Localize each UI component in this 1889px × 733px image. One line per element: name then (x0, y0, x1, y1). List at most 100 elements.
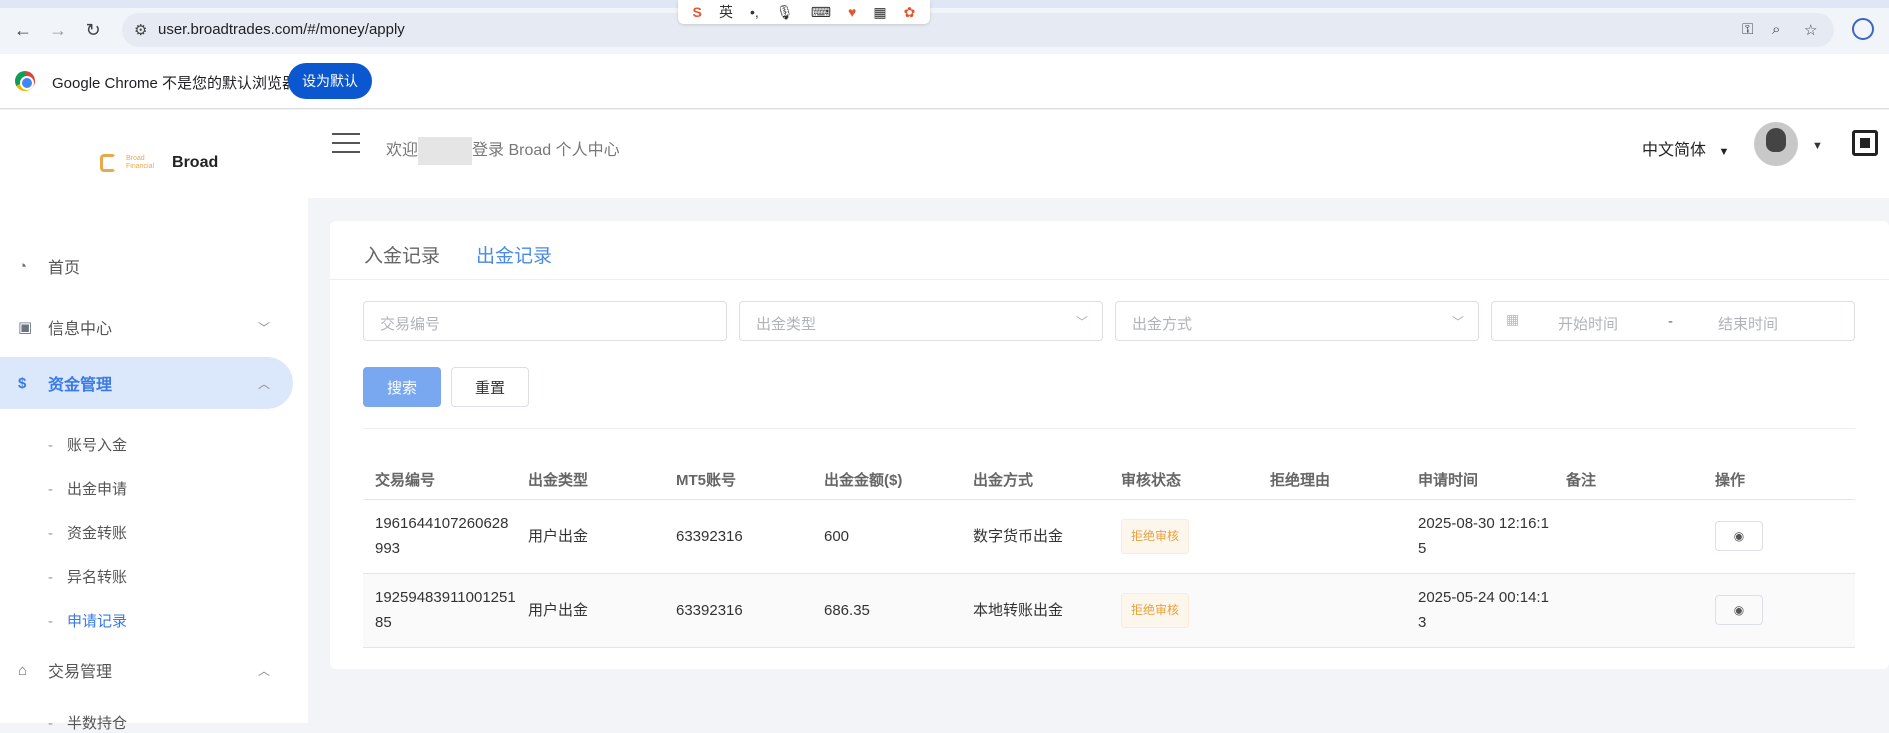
avatar[interactable] (1754, 122, 1798, 166)
ime-extra-icon[interactable]: ✿ (904, 4, 916, 21)
url-text[interactable]: user.broadtrades.com/#/money/apply (158, 21, 405, 38)
zoom-icon[interactable]: ⌕ (1772, 21, 1780, 38)
chevron-down-icon: ﹀ (1075, 315, 1088, 329)
reset-button[interactable]: 重置 (451, 367, 529, 407)
cell-note (1554, 499, 1703, 574)
sidebar-item-label: 信息中心 (48, 321, 113, 338)
microphone-icon[interactable]: 🎙 (776, 4, 794, 21)
tx-no-input[interactable]: 交易编号 (363, 301, 727, 341)
cell-mt5: 63392316 (664, 499, 812, 574)
chevron-up-icon: ︿ (258, 663, 271, 678)
sidebar-sub-withdraw-apply[interactable]: - 出金申请 (48, 478, 127, 499)
cell-amount: 600 (812, 499, 961, 574)
records-card: 入金记录 出金记录 交易编号 出金类型 ﹀ 出金方式 ﹀ ▦ 开始时间 - 结束… (330, 221, 1889, 669)
sidebar-item-label: 资金管理 (48, 377, 113, 394)
withdraw-method-select[interactable]: 出金方式 ﹀ (1115, 301, 1479, 341)
ime-toolbar: S 英 •, 🎙 ⌨ ♥ ▦ ✿ (678, 0, 930, 24)
withdraw-type-select[interactable]: 出金类型 ﹀ (739, 301, 1103, 341)
cell-mt5: 63392316 (664, 573, 812, 648)
logo[interactable]: Broad Financial Broad (100, 154, 218, 172)
col-header: MT5账号 (664, 461, 812, 500)
profile-icon[interactable] (1852, 18, 1874, 40)
ime-punct-icon[interactable]: •, (750, 4, 759, 20)
cell-note (1554, 573, 1703, 648)
col-header: 出金方式 (961, 461, 1109, 500)
col-header: 出金类型 (516, 461, 664, 500)
ime-lang[interactable]: 英 (719, 2, 733, 22)
dollar-icon: $ (18, 374, 27, 392)
site-info-icon[interactable]: ⚙ (134, 21, 147, 39)
table-row: 1961644107260628993 用户出金 63392316 600 数字… (363, 499, 1855, 574)
status-badge: 拒绝审核 (1121, 518, 1190, 554)
dashboard-icon: ◔ (18, 257, 28, 275)
sidebar-sub-apply-records[interactable]: - 申请记录 (48, 610, 127, 631)
back-icon[interactable]: ← (10, 17, 36, 43)
chevron-down-icon: ﹀ (258, 320, 271, 335)
caret-down-icon: ▼ (1718, 146, 1730, 158)
withdraw-records-table: 交易编号 出金类型 MT5账号 出金金额($) 出金方式 审核状态 拒绝理由 申… (363, 461, 1855, 648)
table-header-row: 交易编号 出金类型 MT5账号 出金金额($) 出金方式 审核状态 拒绝理由 申… (363, 461, 1855, 500)
cell-method: 数字货币出金 (961, 499, 1109, 574)
sidebar-item-label: 首页 (48, 260, 81, 277)
range-separator: - (1668, 313, 1673, 330)
default-browser-infobar: Google Chrome 不是您的默认浏览器 设为默认 (0, 54, 1889, 109)
apps-grid-icon[interactable]: ▦ (873, 4, 886, 21)
welcome-text: 欢迎 登录 Broad 个人中心 (386, 136, 620, 165)
chevron-down-icon: ﹀ (1451, 315, 1464, 329)
cell-time: 2025-05-24 00:14:13 (1406, 573, 1554, 648)
tab-withdraw-records[interactable]: 出金记录 (476, 241, 552, 268)
calendar-icon: ▦ (1506, 311, 1520, 327)
contact-icon: ▣ (18, 319, 33, 336)
sidebar-item-label: 交易管理 (48, 664, 113, 681)
table-row: 1925948391100125185 用户出金 63392316 686.35… (363, 573, 1855, 648)
logo-text: Broad (172, 154, 219, 171)
reload-icon[interactable]: ↻ (80, 17, 106, 43)
col-header: 审核状态 (1109, 461, 1258, 500)
cell-method: 本地转账出金 (961, 573, 1109, 648)
password-key-icon[interactable]: ⚿ (1742, 21, 1753, 38)
browser-toolbar: ← → ↻ ⚙ user.broadtrades.com/#/money/app… (0, 0, 1889, 54)
keyboard-icon[interactable]: ⌨ (811, 4, 831, 21)
view-detail-button[interactable]: ◉ (1715, 521, 1763, 551)
skin-icon[interactable]: ♥ (848, 4, 856, 20)
tab-strip (0, 0, 1889, 8)
infobar-message: Google Chrome 不是您的默认浏览器 (52, 75, 298, 92)
fullscreen-icon[interactable] (1852, 130, 1878, 156)
eye-icon: ◉ (1733, 528, 1745, 543)
sidebar: Broad Financial Broad ◔ 首页 ▣ 信息中心 ﹀ $ 资金… (0, 110, 308, 732)
top-header: 欢迎 登录 Broad 个人中心 中文简体 ▼ ▼ (308, 110, 1889, 198)
caret-down-icon[interactable]: ▼ (1812, 140, 1823, 152)
search-button[interactable]: 搜索 (363, 367, 441, 407)
sidebar-item-trade-management[interactable]: ⌂ 交易管理 ︿ (0, 644, 293, 696)
cell-reason (1258, 499, 1406, 574)
bank-icon: ⌂ (18, 661, 28, 679)
cell-status: 拒绝审核 (1109, 573, 1258, 648)
menu-toggle-icon[interactable] (332, 133, 360, 153)
col-header: 备注 (1554, 461, 1703, 500)
sidebar-item-fund-management[interactable]: $ 资金管理 ︿ (0, 357, 293, 409)
set-default-button[interactable]: 设为默认 (288, 63, 372, 99)
date-range-picker[interactable]: ▦ 开始时间 - 结束时间 (1491, 301, 1855, 341)
tab-deposit-records[interactable]: 入金记录 (364, 241, 440, 268)
bookmark-star-icon[interactable]: ☆ (1804, 21, 1817, 39)
ime-logo-icon[interactable]: S (693, 4, 702, 20)
redacted-username (418, 136, 473, 165)
cell-type: 用户出金 (516, 573, 664, 648)
sidebar-item-home[interactable]: ◔ 首页 (0, 240, 293, 292)
end-time-input[interactable]: 结束时间 (1718, 313, 1778, 334)
sidebar-sub-third-party-transfer[interactable]: - 异名转账 (48, 566, 127, 587)
view-detail-button[interactable]: ◉ (1715, 595, 1763, 625)
start-time-input[interactable]: 开始时间 (1558, 313, 1618, 334)
sidebar-sub-deposit[interactable]: - 账号入金 (48, 434, 127, 455)
sidebar-sub-transfer[interactable]: - 资金转账 (48, 522, 127, 543)
cell-tx-no: 1961644107260628993 (363, 499, 516, 574)
cell-reason (1258, 573, 1406, 648)
language-select[interactable]: 中文简体 ▼ (1642, 136, 1729, 160)
forward-icon[interactable]: → (45, 17, 71, 43)
filter-divider (363, 428, 1855, 429)
status-badge: 拒绝审核 (1121, 592, 1190, 628)
cell-action: ◉ (1703, 499, 1855, 574)
address-bar[interactable]: ⚙ user.broadtrades.com/#/money/apply ⚿ ⌕… (122, 13, 1834, 47)
cell-tx-no: 1925948391100125185 (363, 573, 516, 648)
sidebar-item-info-center[interactable]: ▣ 信息中心 ﹀ (0, 301, 293, 353)
